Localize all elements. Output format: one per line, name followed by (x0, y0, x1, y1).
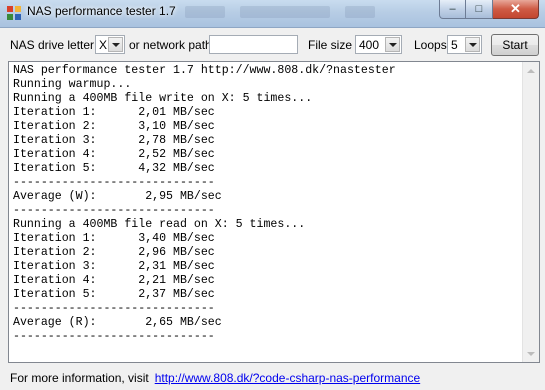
drive-letter-select[interactable]: X (95, 35, 125, 54)
output-line: ----------------------------- (13, 176, 215, 189)
network-path-label: or network path (129, 38, 212, 52)
maximize-button[interactable]: □ (466, 0, 493, 19)
start-button[interactable]: Start (491, 34, 539, 56)
loops-label: Loops (414, 38, 447, 52)
output-line: Iteration 4: 2,21 MB/sec (13, 274, 215, 287)
title-bar[interactable]: NAS performance tester 1.7 – □ ✕ (0, 0, 545, 28)
file-size-select[interactable]: 400 (355, 35, 402, 54)
output-line: Iteration 1: 3,40 MB/sec (13, 232, 215, 245)
start-button-label: Start (502, 38, 528, 52)
output-line: Average (R): 2,65 MB/sec (13, 316, 222, 329)
output-line: Iteration 2: 2,96 MB/sec (13, 246, 215, 259)
info-link[interactable]: http://www.808.dk/?code-csharp-nas-perfo… (155, 371, 420, 385)
scroll-up-icon[interactable] (523, 62, 539, 79)
app-icon (7, 6, 21, 20)
settings-row: NAS drive letter X or network path File … (0, 34, 545, 56)
loops-select[interactable]: 5 (447, 35, 482, 54)
window-title: NAS performance tester 1.7 (27, 4, 176, 18)
minimize-icon: – (449, 3, 456, 15)
close-button[interactable]: ✕ (493, 0, 539, 19)
output-line: Iteration 3: 2,78 MB/sec (13, 134, 215, 147)
results-text: NAS performance tester 1.7 http://www.80… (13, 64, 396, 344)
vertical-scrollbar[interactable] (522, 62, 539, 362)
minimize-button[interactable]: – (439, 0, 466, 19)
footer-text: For more information, visit (10, 371, 149, 385)
file-size-label: File size (308, 38, 353, 52)
close-icon: ✕ (510, 1, 521, 16)
footer: For more information, visit http://www.80… (10, 371, 420, 385)
output-line: Running warmup... (13, 78, 132, 91)
results-textarea[interactable]: NAS performance tester 1.7 http://www.80… (8, 61, 540, 363)
loops-value: 5 (451, 38, 458, 52)
output-line: Iteration 1: 2,01 MB/sec (13, 106, 215, 119)
output-line: ----------------------------- (13, 330, 215, 343)
drive-letter-value: X (99, 38, 108, 52)
dropdown-arrow-icon[interactable] (385, 37, 400, 52)
file-size-value: 400 (359, 38, 380, 52)
dropdown-arrow-icon[interactable] (108, 37, 123, 52)
drive-letter-label: NAS drive letter (10, 38, 95, 52)
network-path-input[interactable] (209, 35, 298, 54)
output-line: ----------------------------- (13, 302, 215, 315)
output-line: Iteration 5: 2,37 MB/sec (13, 288, 215, 301)
output-line: Iteration 3: 2,31 MB/sec (13, 260, 215, 273)
output-line: Iteration 4: 2,52 MB/sec (13, 148, 215, 161)
dropdown-arrow-icon[interactable] (465, 37, 480, 52)
output-line: Running a 400MB file write on X: 5 times… (13, 92, 313, 105)
scroll-down-icon[interactable] (523, 345, 539, 362)
output-line: ----------------------------- (13, 204, 215, 217)
output-line: Iteration 5: 4,32 MB/sec (13, 162, 215, 175)
output-line: Iteration 2: 3,10 MB/sec (13, 120, 215, 133)
output-line: Average (W): 2,95 MB/sec (13, 190, 222, 203)
output-line: NAS performance tester 1.7 http://www.80… (13, 64, 396, 77)
output-line: Running a 400MB file read on X: 5 times.… (13, 218, 306, 231)
maximize-icon: □ (475, 3, 483, 15)
